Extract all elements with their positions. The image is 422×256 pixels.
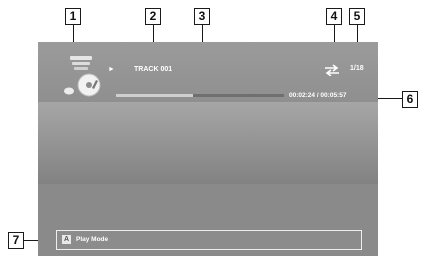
callout-5: 5 bbox=[349, 8, 365, 25]
callout-2: 2 bbox=[145, 8, 161, 25]
play-status-icon: ► bbox=[108, 66, 115, 73]
track-position: 1/18 bbox=[350, 65, 364, 72]
progress-fill bbox=[116, 94, 194, 97]
repeat-icon bbox=[324, 63, 340, 77]
callout-6: 6 bbox=[402, 91, 418, 108]
music-cd-icon bbox=[62, 52, 104, 98]
play-mode-label: Play Mode bbox=[76, 236, 109, 243]
elapsed-total-time: 00:02:24 / 00:05:57 bbox=[289, 92, 347, 99]
callout-7: 7 bbox=[8, 232, 24, 249]
a-key-icon: A bbox=[62, 235, 71, 244]
track-title: TRACK 001 bbox=[134, 66, 173, 73]
callout-4: 4 bbox=[326, 8, 342, 25]
callout-3: 3 bbox=[194, 8, 210, 25]
callout-1: 1 bbox=[65, 8, 81, 25]
progress-bar[interactable] bbox=[116, 94, 284, 97]
play-mode-bar[interactable]: A Play Mode bbox=[56, 230, 362, 250]
player-content-area bbox=[38, 102, 378, 184]
